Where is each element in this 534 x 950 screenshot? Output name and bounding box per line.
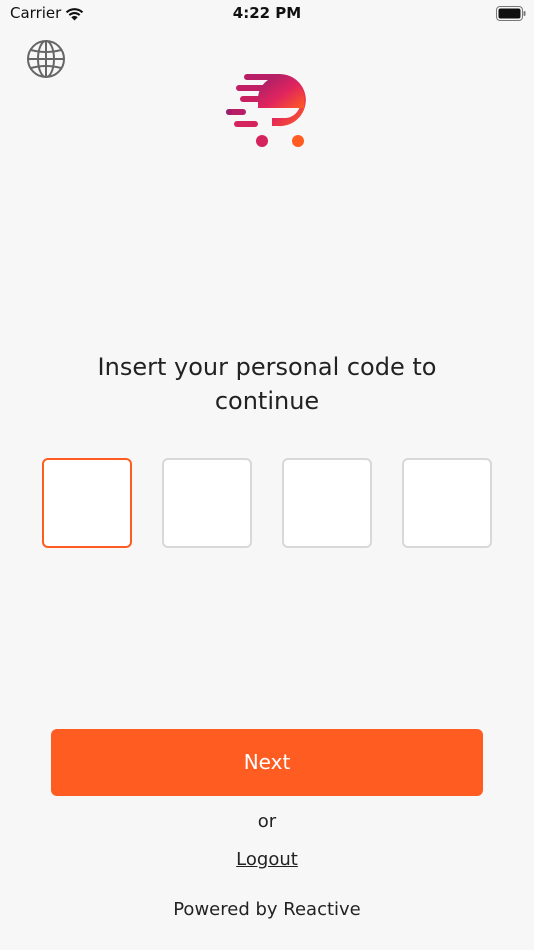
logout-link[interactable]: Logout bbox=[236, 849, 298, 870]
code-prompt: Insert your personal code to continue bbox=[40, 350, 494, 418]
globe-icon[interactable] bbox=[26, 39, 66, 79]
prompt-line-2: continue bbox=[214, 387, 320, 415]
brand-logo-icon bbox=[226, 74, 306, 147]
next-button[interactable]: Next bbox=[51, 729, 483, 796]
code-digit-3-input[interactable] bbox=[282, 458, 372, 548]
code-digit-1-input[interactable] bbox=[42, 458, 132, 548]
prompt-line-1: Insert your personal code to bbox=[97, 353, 437, 381]
code-digit-2-input[interactable] bbox=[162, 458, 252, 548]
logout-row: Logout bbox=[0, 849, 534, 870]
powered-by-footer: Powered by Reactive bbox=[173, 899, 361, 920]
code-digit-4-input[interactable] bbox=[402, 458, 492, 548]
or-separator: or bbox=[257, 811, 277, 832]
code-input-row bbox=[42, 458, 492, 548]
battery-icon bbox=[496, 6, 526, 21]
status-bar: Carrier 4:22 PM bbox=[0, 0, 534, 28]
clock-time: 4:22 PM bbox=[232, 4, 302, 22]
